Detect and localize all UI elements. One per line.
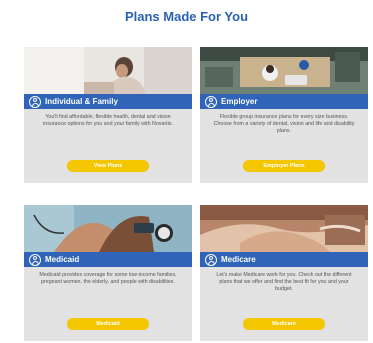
employer-photo: [200, 47, 368, 94]
person-icon: [205, 95, 217, 108]
card-title: Medicaid: [45, 255, 80, 264]
card-description: Let's make Medicare work for you. Check …: [216, 272, 352, 292]
card-description: You'll find affordable, flexible health,…: [43, 114, 173, 127]
medicare-photo: [200, 205, 368, 252]
card-title: Individual & Family: [45, 97, 118, 106]
plan-card-employer: Employer Flexible group insurance plans …: [200, 47, 368, 183]
plan-card-medicare: Medicare Let's make Medicare work for yo…: [200, 205, 368, 341]
employer-plans-button[interactable]: Employer Plans: [243, 160, 325, 172]
medicare-header: Medicare: [200, 252, 368, 267]
view-plans-button[interactable]: View Plans: [67, 160, 149, 172]
person-icon: [205, 253, 217, 266]
plan-card-medicaid: Medicaid Medicaid provides coverage for …: [24, 205, 192, 341]
card-description: Flexible group insurance plans for every…: [213, 114, 355, 134]
card-title: Employer: [221, 97, 258, 106]
individual-family-photo: [24, 47, 192, 94]
card-description: Medicaid provides coverage for some low-…: [39, 272, 177, 285]
employer-header: Employer: [200, 94, 368, 109]
person-icon: [29, 95, 41, 108]
card-title: Medicare: [221, 255, 256, 264]
medicaid-button[interactable]: Medicaid: [67, 318, 149, 330]
plan-card-individual-family: Individual & Family You'll find affordab…: [24, 47, 192, 183]
medicare-button[interactable]: Medicare: [243, 318, 325, 330]
page-title: Plans Made For You: [124, 9, 249, 24]
medicaid-photo: [24, 205, 192, 252]
individual-family-header: Individual & Family: [24, 94, 192, 109]
medicaid-header: Medicaid: [24, 252, 192, 267]
person-icon: [29, 253, 41, 266]
